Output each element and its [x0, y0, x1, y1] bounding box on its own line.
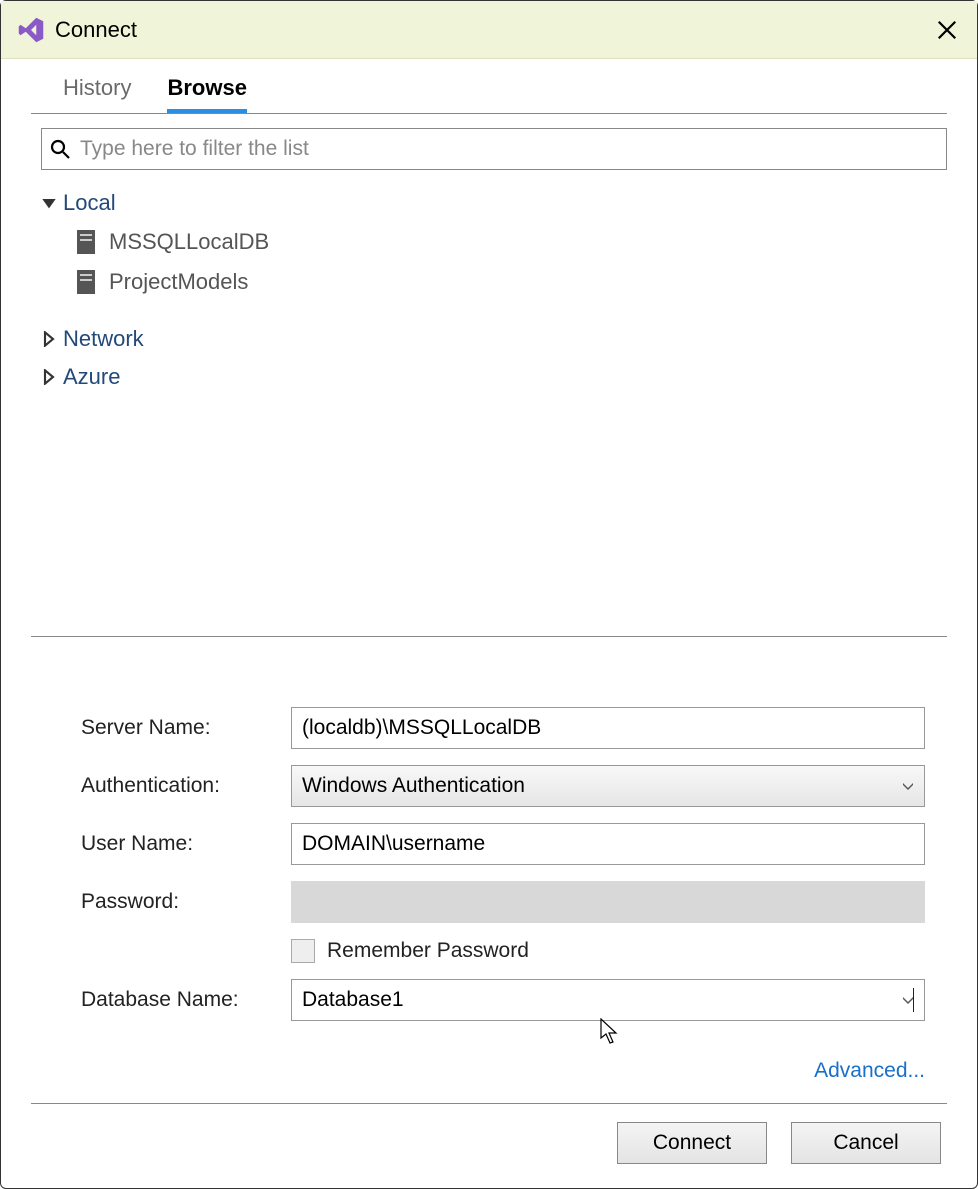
database-name-combo[interactable]: Database1: [291, 979, 925, 1021]
tabs: History Browse: [1, 59, 977, 113]
server-icon: [77, 230, 95, 254]
filter-input-wrap[interactable]: [41, 128, 947, 170]
tree-label-network: Network: [63, 326, 144, 352]
window-title: Connect: [55, 17, 927, 43]
button-bar: Connect Cancel: [1, 1104, 977, 1188]
chevron-down-icon: [902, 996, 914, 1004]
connect-button[interactable]: Connect: [617, 1122, 767, 1164]
chevron-down-icon: [41, 195, 57, 211]
tree-item-mssqllocaldb[interactable]: MSSQLLocalDB: [41, 222, 937, 262]
server-name-input[interactable]: [291, 707, 925, 749]
chevron-down-icon: [902, 782, 914, 790]
divider: [31, 113, 947, 114]
visual-studio-icon: [17, 16, 45, 44]
tab-browse[interactable]: Browse: [167, 75, 246, 113]
authentication-value: Windows Authentication: [302, 774, 525, 798]
password-input: [291, 881, 925, 923]
search-icon: [48, 137, 72, 161]
database-name-label: Database Name:: [81, 988, 291, 1012]
titlebar: Connect: [1, 1, 977, 59]
server-name-label: Server Name:: [81, 716, 291, 740]
tab-history[interactable]: History: [63, 75, 131, 113]
server-tree: Local MSSQLLocalDB ProjectModels Network…: [1, 178, 977, 406]
database-name-value: Database1: [302, 988, 914, 1012]
remember-password-checkbox[interactable]: [291, 939, 315, 963]
advanced-link[interactable]: Advanced...: [814, 1059, 925, 1082]
tree-label-local: Local: [63, 190, 116, 216]
password-label: Password:: [81, 890, 291, 914]
close-icon: [936, 19, 958, 41]
authentication-label: Authentication:: [81, 774, 291, 798]
remember-password-label: Remember Password: [327, 939, 529, 963]
tree-item-label: ProjectModels: [109, 269, 248, 295]
authentication-select[interactable]: Windows Authentication: [291, 765, 925, 807]
user-name-input[interactable]: [291, 823, 925, 865]
tree-item-projectmodels[interactable]: ProjectModels: [41, 262, 937, 302]
connection-form: Server Name: Authentication: Windows Aut…: [1, 637, 977, 1057]
close-button[interactable]: [927, 10, 967, 50]
server-icon: [77, 270, 95, 294]
filter-row: [41, 128, 947, 170]
tree-label-azure: Azure: [63, 364, 120, 390]
user-name-label: User Name:: [81, 832, 291, 856]
chevron-right-icon: [41, 331, 57, 347]
tree-node-network[interactable]: Network: [41, 320, 937, 358]
tree-node-local[interactable]: Local: [41, 184, 937, 222]
filter-input[interactable]: [80, 137, 940, 161]
chevron-right-icon: [41, 369, 57, 385]
cancel-button[interactable]: Cancel: [791, 1122, 941, 1164]
tree-node-azure[interactable]: Azure: [41, 358, 937, 396]
tree-item-label: MSSQLLocalDB: [109, 229, 269, 255]
